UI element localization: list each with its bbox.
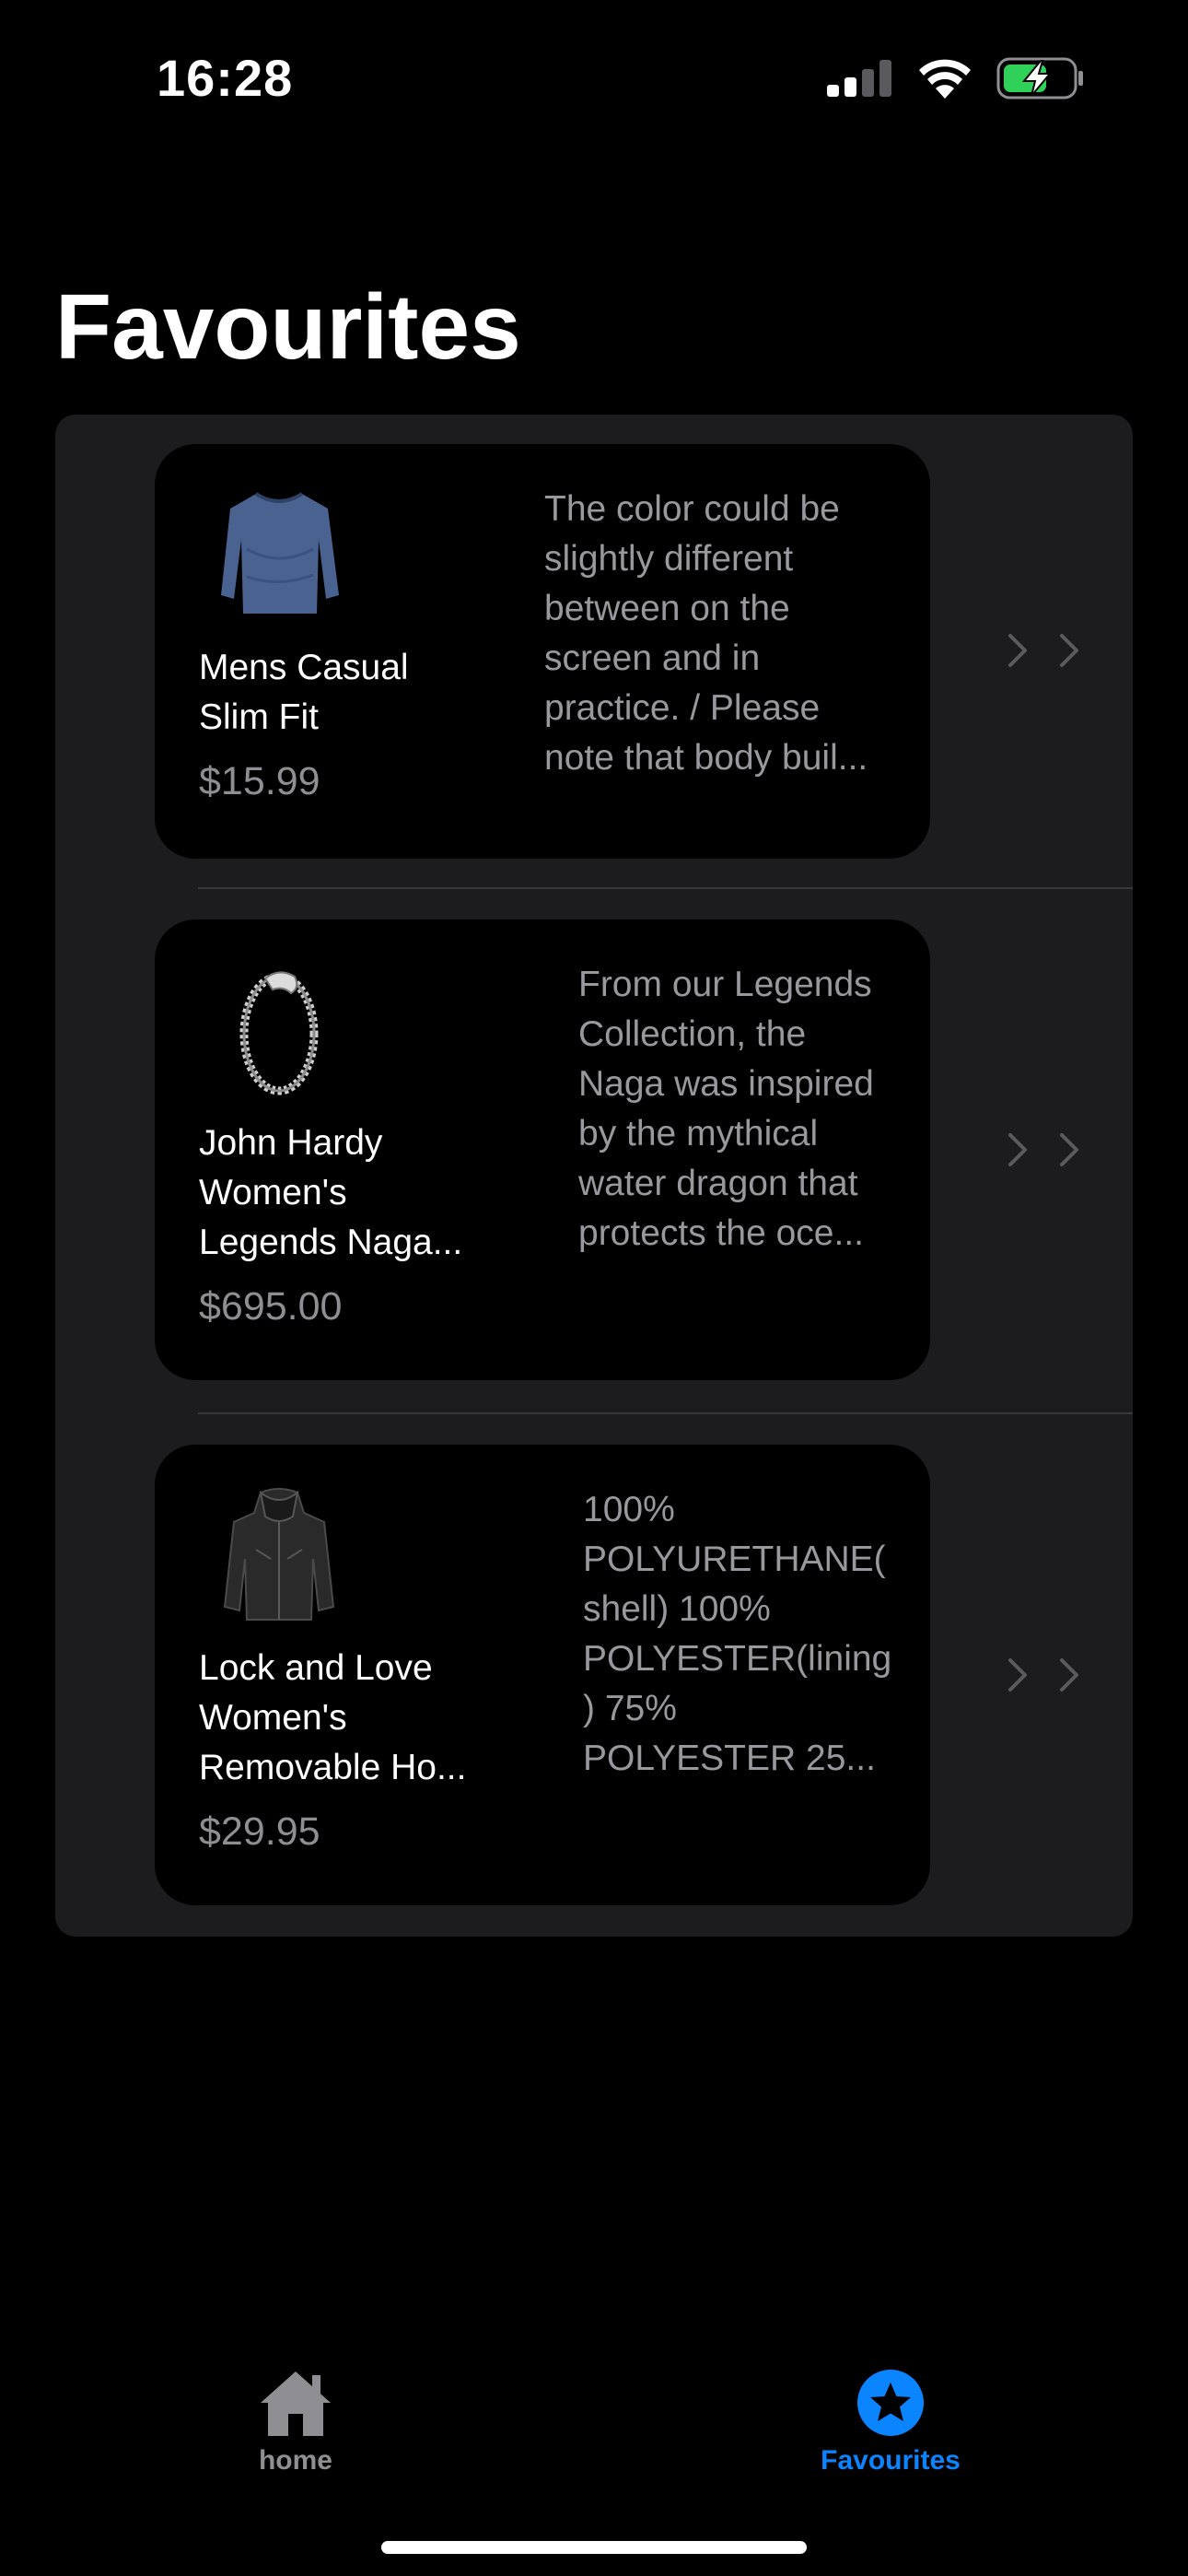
product-thumbnail <box>221 492 339 614</box>
chevron-right-icon <box>1060 1133 1078 1166</box>
product-description: 100% POLYURETHANE( shell) 100% POLYESTER… <box>583 1490 892 1778</box>
row-disclosure <box>1007 1657 1079 1692</box>
page-title: Favourites <box>55 275 521 379</box>
house-icon <box>261 2371 331 2436</box>
tab-label: Favourites <box>821 2445 961 2476</box>
product-name: Mens Casual Slim Fit <box>199 648 409 737</box>
chevron-right-icon <box>1060 634 1078 667</box>
wifi-icon <box>919 59 971 99</box>
chevron-right-icon <box>1008 1658 1027 1692</box>
product-price: $695.00 <box>199 1284 343 1329</box>
list-item[interactable]: John Hardy Women's Legends Naga... $695.… <box>55 889 1133 1414</box>
product-card[interactable]: John Hardy Women's Legends Naga... $695.… <box>155 919 930 1380</box>
chevron-right-icon <box>1008 1133 1027 1166</box>
status-time: 16:28 <box>157 49 294 107</box>
product-info: John Hardy Women's Legends Naga... $695.… <box>199 960 494 1329</box>
product-thumbnail <box>239 971 319 1095</box>
product-price: $15.99 <box>199 759 320 803</box>
product-info: Lock and Love Women's Removable Ho... $2… <box>199 1485 494 1855</box>
product-description: The color could be slightly different be… <box>544 489 868 778</box>
status-icons <box>827 57 1085 100</box>
chevron-right-icon <box>1060 1658 1078 1692</box>
list-item[interactable]: Lock and Love Women's Removable Ho... $2… <box>55 1414 1133 1937</box>
product-name: Lock and Love Women's Removable Ho... <box>199 1648 467 1787</box>
row-disclosure <box>1007 633 1079 668</box>
tab-home[interactable]: home <box>185 2368 406 2476</box>
chevron-right-icon <box>1008 634 1027 667</box>
tab-label: home <box>258 2445 332 2476</box>
list-item[interactable]: Mens Casual Slim Fit $15.99 The color co… <box>55 415 1133 889</box>
row-disclosure <box>1007 1132 1079 1167</box>
tab-favourites[interactable]: Favourites <box>780 2368 1001 2476</box>
product-card[interactable]: Lock and Love Women's Removable Ho... $2… <box>155 1445 930 1905</box>
product-price: $29.95 <box>199 1809 320 1854</box>
status-bar: 16:28 <box>0 0 1188 157</box>
product-info: Mens Casual Slim Fit $15.99 <box>199 485 494 804</box>
favourites-list: Mens Casual Slim Fit $15.99 The color co… <box>55 415 1133 1937</box>
battery-charging-icon <box>996 57 1083 100</box>
cellular-signal-icon <box>827 60 891 97</box>
product-name: John Hardy Women's Legends Naga... <box>199 1123 463 1262</box>
product-description: From our Legends Collection, the Naga wa… <box>578 965 874 1253</box>
product-thumbnail <box>223 1488 335 1621</box>
home-indicator <box>381 2541 807 2554</box>
star-circle-icon <box>857 2370 924 2436</box>
product-card[interactable]: Mens Casual Slim Fit $15.99 The color co… <box>155 444 930 859</box>
tab-bar: home Favourites <box>0 2340 1188 2478</box>
